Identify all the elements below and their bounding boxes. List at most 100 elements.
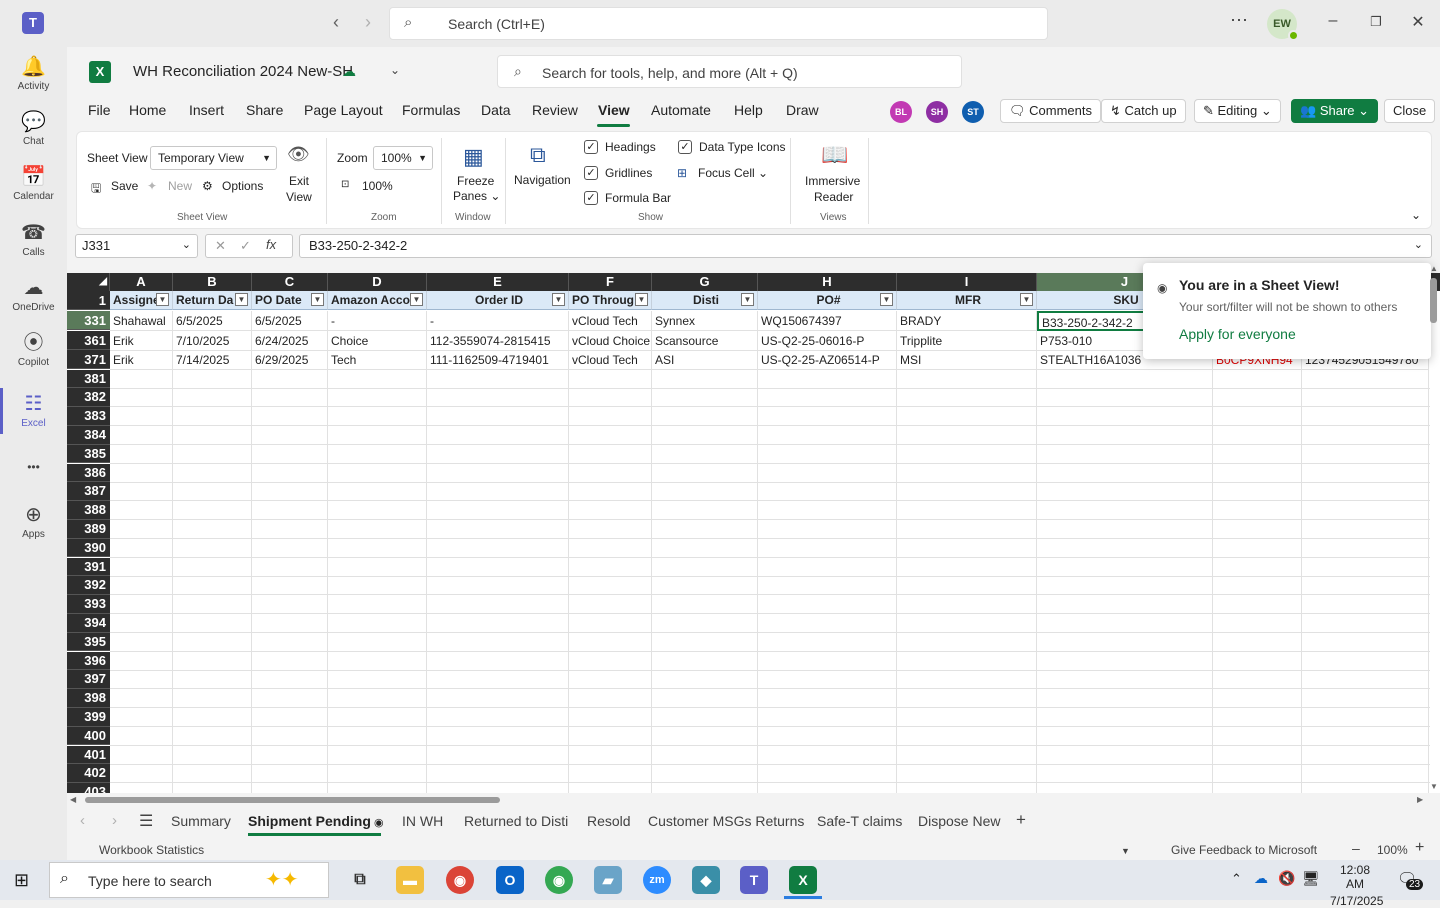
apply-for-everyone-link[interactable]: Apply for everyone bbox=[1179, 326, 1296, 342]
table-cell[interactable]: 112-3559074-2815415 bbox=[427, 330, 569, 351]
row-header[interactable]: 388 bbox=[67, 501, 110, 520]
table-header-cell[interactable]: PO Date ▼ bbox=[252, 291, 328, 310]
filter-dropdown-icon[interactable]: ▼ bbox=[552, 293, 565, 306]
table-cell[interactable]: 111-1162509-4719401 bbox=[427, 350, 569, 370]
gridlines-checkbox[interactable]: ✓ bbox=[584, 166, 598, 180]
column-header-b[interactable]: B bbox=[173, 273, 252, 291]
filter-dropdown-icon[interactable]: ▼ bbox=[1020, 293, 1033, 306]
presence-avatar-st[interactable]: ST bbox=[962, 101, 984, 123]
taskbar-search-box[interactable]: ⌕ Type here to search ✦✦ bbox=[49, 862, 329, 898]
table-header-cell[interactable]: Order ID ▼ bbox=[427, 291, 569, 310]
app-icon[interactable]: ◆ bbox=[692, 866, 720, 894]
row-header[interactable]: 396 bbox=[67, 651, 110, 671]
rail-onedrive[interactable]: ☁ OneDrive bbox=[0, 276, 67, 313]
table-cell[interactable]: 6/5/2025 bbox=[252, 311, 328, 331]
chevron-down-icon[interactable]: ⌄ bbox=[390, 63, 400, 77]
formula-input[interactable]: B33-250-2-342-2 ⌄ bbox=[299, 234, 1432, 258]
document-title[interactable]: WH Reconciliation 2024 New-SH bbox=[133, 63, 353, 80]
table-header-cell[interactable]: Disti ▼ bbox=[652, 291, 758, 310]
zoom-level[interactable]: 100% bbox=[1377, 843, 1408, 857]
filter-dropdown-icon[interactable]: ▼ bbox=[741, 293, 754, 306]
close-button[interactable]: Close bbox=[1384, 99, 1436, 123]
rail-more[interactable]: ••• bbox=[0, 455, 67, 479]
scroll-down-arrow-icon[interactable]: ▼ bbox=[1430, 782, 1438, 791]
scroll-up-arrow-icon[interactable]: ▲ bbox=[1430, 264, 1438, 273]
expand-formula-chevron-icon[interactable]: ⌄ bbox=[1414, 238, 1423, 251]
menu-page-layout[interactable]: Page Layout bbox=[304, 102, 383, 118]
sheet-tab-dispose-new[interactable]: Dispose New bbox=[918, 813, 1000, 829]
table-cell[interactable]: vCloud Choice bbox=[569, 330, 652, 351]
restore-icon[interactable]: ❐ bbox=[1364, 14, 1388, 30]
row-header[interactable]: 361 bbox=[67, 330, 110, 350]
rail-activity[interactable]: 🔔 Activity bbox=[0, 55, 67, 92]
row-header[interactable]: 399 bbox=[67, 707, 110, 727]
menu-formulas[interactable]: Formulas bbox=[402, 102, 460, 118]
row-header[interactable]: 398 bbox=[67, 689, 110, 708]
table-cell[interactable]: Tech bbox=[328, 350, 427, 370]
chevron-down-icon[interactable]: ▼ bbox=[1121, 846, 1130, 856]
table-cell[interactable]: 7/10/2025 bbox=[173, 330, 252, 351]
back-arrow-icon[interactable]: ‹ bbox=[326, 12, 346, 33]
horizontal-scrollbar-thumb[interactable] bbox=[85, 797, 500, 803]
task-view-icon[interactable]: ⧉ bbox=[346, 866, 374, 894]
row-header[interactable]: 383 bbox=[67, 407, 110, 426]
rail-calendar[interactable]: 📅 Calendar bbox=[0, 165, 67, 202]
column-header-f[interactable]: F bbox=[569, 273, 652, 291]
row-header[interactable]: 389 bbox=[67, 519, 110, 539]
sheet-tab-resold[interactable]: Resold bbox=[587, 813, 631, 829]
volume-muted-icon[interactable]: 🔇 bbox=[1278, 870, 1295, 887]
row-header[interactable]: 393 bbox=[67, 595, 110, 614]
table-cell[interactable]: MSI bbox=[897, 350, 1037, 370]
menu-draw[interactable]: Draw bbox=[786, 102, 819, 118]
table-cell[interactable]: Erik bbox=[110, 350, 173, 370]
cancel-icon[interactable]: ✕ bbox=[215, 238, 226, 254]
column-header-c[interactable]: C bbox=[252, 273, 328, 291]
row-header[interactable]: 1 bbox=[67, 291, 110, 310]
row-header[interactable]: 382 bbox=[67, 388, 110, 408]
save-view-button[interactable]: Save bbox=[111, 179, 138, 193]
presence-avatar-bl[interactable]: BL bbox=[890, 101, 912, 123]
column-header-h[interactable]: H bbox=[758, 273, 897, 291]
table-cell[interactable]: WQ150674397 bbox=[758, 311, 897, 331]
zoom-out-icon[interactable]: – bbox=[1352, 840, 1360, 856]
table-header-cell[interactable]: Return Da ▼ bbox=[173, 291, 252, 310]
presence-avatar-sh[interactable]: SH bbox=[926, 101, 948, 123]
sheet-view-dropdown[interactable]: Temporary View ▼ bbox=[150, 146, 277, 170]
table-header-cell[interactable]: Amazon Accou ▼ bbox=[328, 291, 427, 310]
menu-help[interactable]: Help bbox=[734, 102, 763, 118]
menu-review[interactable]: Review bbox=[532, 102, 578, 118]
menu-share[interactable]: Share bbox=[246, 102, 283, 118]
column-header-a[interactable]: A bbox=[110, 273, 173, 291]
table-cell[interactable]: US-Q2-25-AZ06514-P bbox=[758, 350, 897, 370]
file-explorer-icon[interactable]: ▬ bbox=[396, 866, 424, 894]
row-header[interactable]: 371 bbox=[67, 350, 110, 369]
navigation-button[interactable]: Navigation bbox=[514, 173, 571, 187]
sheet-tab-in-wh[interactable]: IN WH bbox=[402, 813, 443, 829]
taskbar-clock[interactable]: 12:08 AM 7/17/2025 bbox=[1330, 863, 1383, 908]
exit-view-button[interactable]: Exit bbox=[289, 174, 309, 188]
row-header[interactable]: 403 bbox=[67, 783, 110, 793]
row-header[interactable]: 394 bbox=[67, 613, 110, 633]
user-avatar[interactable]: EW bbox=[1267, 9, 1299, 41]
row-header[interactable]: 400 bbox=[67, 726, 110, 746]
tools-search-input[interactable]: ⌕ Search for tools, help, and more (Alt … bbox=[497, 55, 962, 88]
row-header[interactable]: 386 bbox=[67, 463, 110, 483]
vertical-scrollbar-thumb[interactable] bbox=[1430, 278, 1437, 323]
row-header[interactable]: 401 bbox=[67, 745, 110, 765]
teams-search-input[interactable]: ⌕ Search (Ctrl+E) bbox=[389, 7, 1048, 40]
table-cell[interactable]: 6/24/2025 bbox=[252, 330, 328, 351]
filter-dropdown-icon[interactable]: ▼ bbox=[635, 293, 648, 306]
add-sheet-icon[interactable]: + bbox=[1016, 810, 1026, 830]
enter-check-icon[interactable]: ✓ bbox=[240, 238, 251, 254]
rail-excel[interactable]: ☷ Excel bbox=[0, 392, 67, 429]
row-header[interactable]: 392 bbox=[67, 576, 110, 596]
show-hidden-icons-chevron[interactable]: ⌃ bbox=[1231, 871, 1242, 887]
row-header[interactable]: 385 bbox=[67, 444, 110, 464]
ribbon-expand-chevron-icon[interactable]: ⌄ bbox=[1411, 208, 1421, 222]
row-header[interactable]: 387 bbox=[67, 482, 110, 502]
sheet-tab-returned-to-disti[interactable]: Returned to Disti bbox=[464, 813, 568, 829]
menu-file[interactable]: File bbox=[88, 102, 111, 118]
row-header[interactable]: 391 bbox=[67, 557, 110, 577]
filter-dropdown-icon[interactable]: ▼ bbox=[880, 293, 893, 306]
table-cell[interactable]: - bbox=[328, 311, 427, 331]
